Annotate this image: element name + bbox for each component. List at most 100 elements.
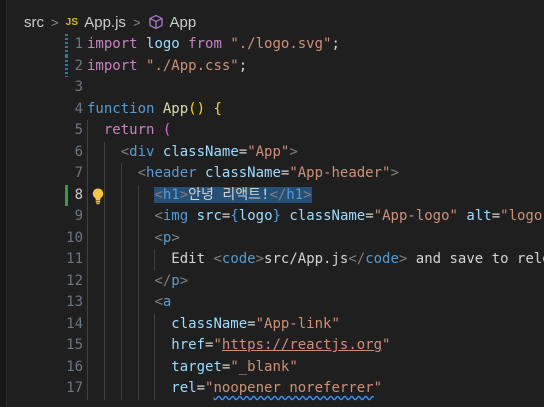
- code-token: {: [230, 208, 239, 224]
- code-line[interactable]: 3: [6, 77, 544, 99]
- code-line[interactable]: 15 href="https://reactjs.org": [6, 335, 544, 357]
- symbol-cube-icon: [148, 14, 164, 30]
- code-token: logo: [146, 36, 180, 52]
- code-token: return: [103, 122, 155, 138]
- code-token: className: [171, 315, 248, 332]
- breadcrumb-file[interactable]: JS App.js: [66, 14, 126, 31]
- code-line[interactable]: 11 Edit <code>src/App.js</code> and save…: [6, 249, 544, 271]
- line-number: 8: [74, 186, 83, 203]
- code-line[interactable]: 12 </p>: [6, 270, 544, 293]
- line-number: 3: [74, 79, 83, 95]
- code-token: a: [162, 294, 172, 310]
- code-area[interactable]: 1 import logo from "./logo.svg"; 2 import "…: [6, 34, 544, 400]
- code-token: import: [87, 36, 138, 52]
- breadcrumb-symbol-label: App: [169, 13, 197, 31]
- code-token: className: [205, 165, 281, 181]
- code-token: }: [272, 208, 281, 224]
- code-line[interactable]: 8 <h1>안녕 리액트!</h1>: [6, 184, 544, 207]
- breadcrumb-file-label: App.js: [84, 13, 126, 31]
- code-line[interactable]: 1 import logo from "./logo.svg";: [6, 34, 544, 56]
- gutter-added-marker[interactable]: [65, 184, 68, 206]
- lightbulb-icon[interactable]: [90, 187, 106, 205]
- code-token: import: [87, 57, 138, 74]
- code-token: target: [171, 358, 222, 375]
- code-token: <: [154, 229, 163, 246]
- code-text: target="_blank": [87, 357, 297, 379]
- code-token: https://reactjs.org: [221, 337, 383, 353]
- code-token: </: [348, 251, 366, 267]
- code-line[interactable]: 4 function App() {: [6, 99, 544, 121]
- code-token: logo: [238, 208, 273, 224]
- line-number: 15: [66, 337, 83, 353]
- code-token: >: [289, 143, 298, 160]
- code-line[interactable]: 6 <div className="App">: [6, 141, 544, 163]
- line-number: 11: [66, 251, 83, 267]
- code-line[interactable]: 14 className="App-link": [6, 313, 544, 335]
- breadcrumb-folder[interactable]: src: [24, 14, 44, 31]
- code-line[interactable]: 9 <img src={logo} className="App-logo" a…: [6, 206, 544, 228]
- code-line[interactable]: 5 return (: [6, 120, 544, 142]
- code-token: App: [162, 100, 189, 117]
- code-token: >: [171, 229, 180, 246]
- gutter-modified-marker[interactable]: [65, 34, 68, 56]
- code-token: "./logo.svg": [230, 36, 332, 52]
- line-number: 12: [66, 272, 83, 289]
- javascript-file-icon: JS: [65, 16, 79, 28]
- code-line[interactable]: 7 <header className="App-header">: [6, 163, 544, 185]
- code-token: "App-link": [255, 315, 340, 332]
- code-token: =: [238, 143, 248, 160]
- code-token: =: [247, 315, 256, 332]
- code-text: href="https://reactjs.org": [87, 335, 390, 357]
- code-token: src: [196, 208, 222, 224]
- code-line[interactable]: 10 <p>: [6, 227, 544, 249]
- code-text: <a: [87, 292, 171, 314]
- code-token: src/App.js: [264, 251, 349, 267]
- code-token: and save to reload.: [415, 251, 544, 267]
- code-text: function App() {: [87, 99, 222, 121]
- code-text: </p>: [87, 271, 188, 293]
- line-number: 16: [66, 358, 83, 375]
- line-number: 2: [74, 57, 83, 74]
- code-token: >: [179, 186, 189, 203]
- code-token: img: [162, 208, 189, 224]
- code-token: >: [303, 186, 312, 203]
- code-text: import logo from "./logo.svg";: [87, 34, 340, 56]
- code-token: </: [269, 186, 287, 203]
- code-text: <header className="App-header">: [87, 163, 399, 185]
- code-token: noopener noreferrer: [213, 380, 374, 396]
- code-line[interactable]: 2 import "./App.css";: [6, 55, 544, 77]
- code-text: <h1>안녕 리액트!</h1>: [87, 185, 312, 207]
- chevron-right-icon: >: [132, 14, 141, 30]
- line-number: 9: [74, 208, 83, 224]
- code-line[interactable]: 17 rel="noopener noreferrer": [6, 378, 544, 400]
- gutter-modified-marker[interactable]: [65, 55, 68, 77]
- line-number: 10: [66, 229, 83, 246]
- code-token: from: [188, 36, 222, 52]
- code-text: Edit <code>src/App.js</code> and save to…: [87, 249, 544, 271]
- breadcrumb-symbol[interactable]: App: [148, 13, 197, 31]
- line-number: 1: [74, 36, 83, 52]
- code-token: >: [255, 251, 265, 267]
- code-token: >: [390, 165, 399, 181]
- code-editor[interactable]: src > JS App.js > App 1 import logo from …: [0, 0, 544, 407]
- code-token: <: [154, 294, 163, 310]
- code-line[interactable]: 16 target="_blank": [6, 356, 544, 379]
- code-token: ": [382, 337, 391, 353]
- line-number: 17: [66, 380, 83, 396]
- code-line[interactable]: 13 <a: [6, 292, 544, 314]
